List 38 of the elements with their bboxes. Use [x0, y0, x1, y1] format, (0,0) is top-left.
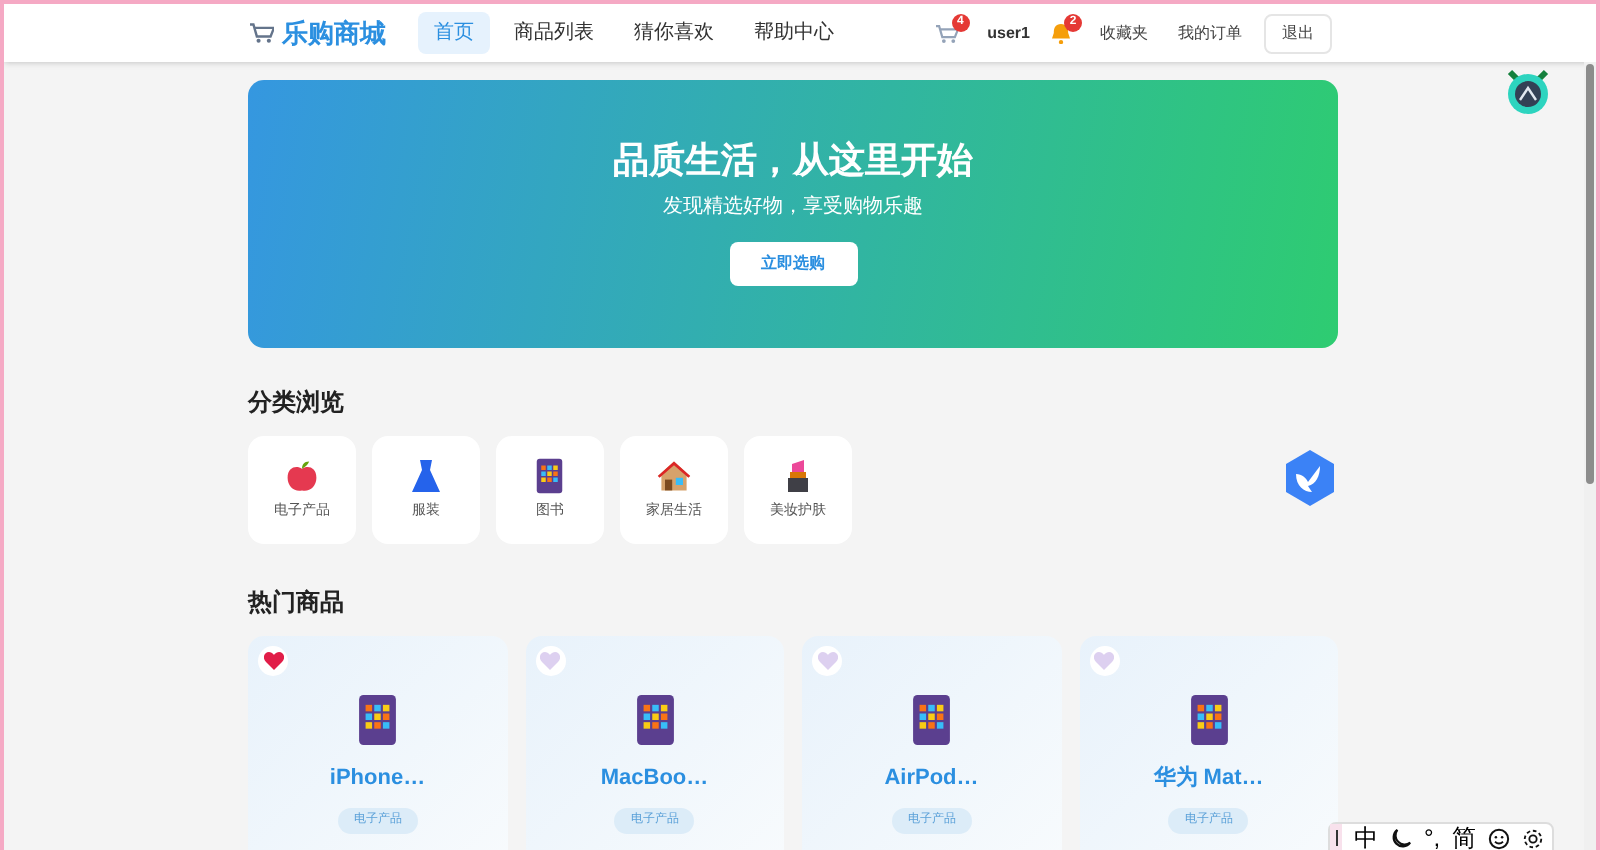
smiley-icon[interactable] — [1488, 827, 1511, 849]
nav-tab[interactable]: 商品列表 — [498, 12, 610, 54]
header-link[interactable]: 收藏夹 — [1100, 21, 1148, 45]
house-icon — [656, 457, 692, 494]
tablet-icon — [635, 694, 674, 746]
product-name: iPhone… — [329, 764, 426, 794]
hero-subtitle: 发现精选好物，享受购物乐趣 — [663, 193, 923, 221]
header-link[interactable]: 我的订单 — [1178, 21, 1242, 45]
settings-icon[interactable] — [1522, 827, 1545, 849]
ime-label[interactable]: °, — [1424, 826, 1441, 850]
dress-icon — [410, 457, 442, 494]
nav-tab[interactable]: 帮助中心 — [738, 12, 850, 54]
ime-label[interactable]: 中 — [1354, 826, 1378, 850]
cart-icon[interactable] — [935, 23, 958, 43]
toolbar-handle[interactable] — [1330, 824, 1342, 850]
hero-title: 品质生活，从这里开始 — [613, 138, 973, 183]
lipstick-icon — [786, 457, 810, 494]
scrollbar-thumb[interactable] — [1586, 64, 1594, 484]
cart-icon — [250, 22, 274, 44]
moon-icon[interactable] — [1390, 827, 1412, 849]
product-name: 华为 Mat… — [1153, 763, 1264, 794]
product-name: MacBoo… — [600, 764, 709, 794]
section-title: 热门商品 — [248, 586, 346, 620]
logout-button[interactable]: 退出 — [1264, 13, 1332, 53]
apple-icon — [284, 457, 320, 494]
bird-logo-icon[interactable] — [1284, 450, 1336, 506]
tablet-icon — [1189, 694, 1228, 746]
cat-mascot-icon[interactable] — [1504, 68, 1552, 116]
bell-icon[interactable] — [1052, 23, 1070, 43]
heart-icon[interactable] — [263, 652, 283, 670]
tablet-icon — [912, 694, 951, 746]
section-title: 分类浏览 — [248, 386, 346, 420]
tablet-icon — [358, 694, 397, 746]
tablet-icon — [536, 457, 564, 494]
username[interactable]: user1 — [987, 21, 1030, 45]
nav-tab[interactable]: 猜你喜欢 — [618, 12, 730, 54]
ime-label[interactable]: 简 — [1452, 826, 1477, 850]
product-name: AirPod… — [884, 764, 979, 794]
